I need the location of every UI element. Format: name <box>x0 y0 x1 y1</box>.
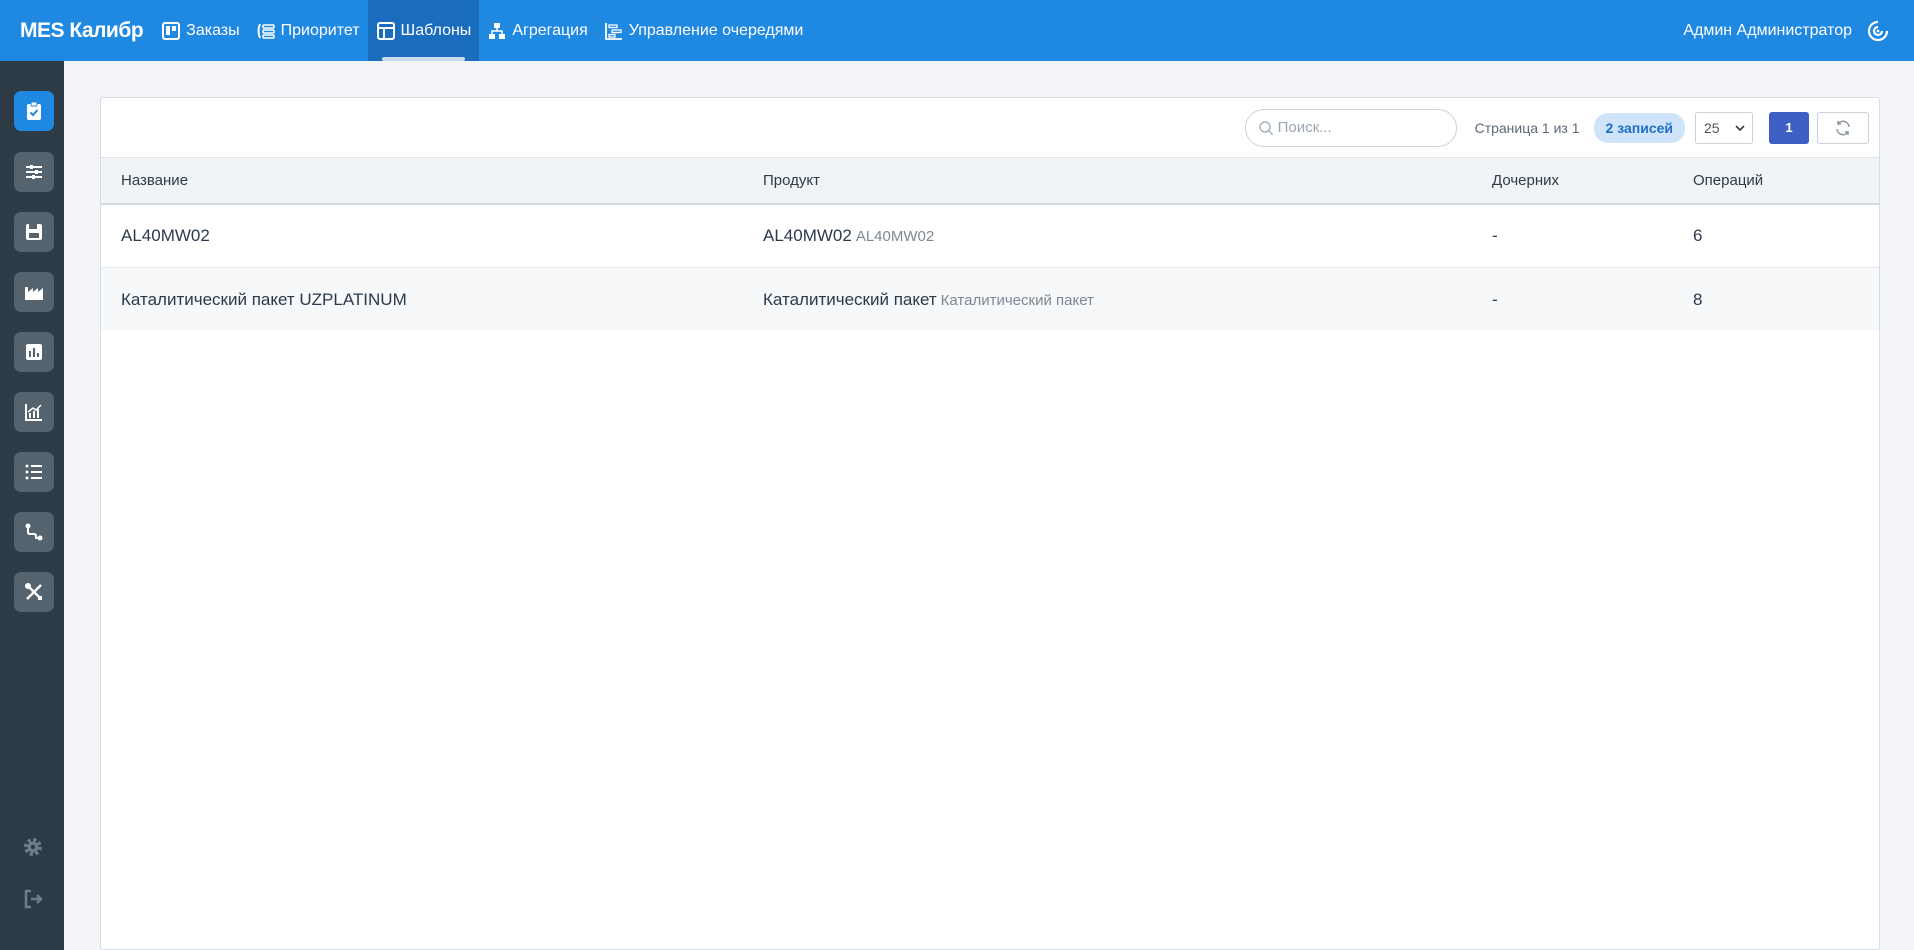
cell-operations: 8 <box>1693 289 1703 309</box>
product-name: Каталитический пакет <box>763 289 937 309</box>
column-header-product[interactable]: Продукт <box>763 172 820 189</box>
refresh-button[interactable] <box>1817 111 1869 144</box>
cell-product: Каталитический пакет Каталитический пакет <box>763 290 1094 310</box>
hierarchy-icon <box>489 22 506 39</box>
gear-icon <box>24 838 42 856</box>
sidebar-item-routes[interactable] <box>14 512 54 552</box>
sidebar-item-filters[interactable] <box>14 152 54 192</box>
templates-card: Страница 1 из 1 2 записей 25 1 Название … <box>100 97 1880 950</box>
sidebar-item-tools[interactable] <box>14 572 54 612</box>
brand-logo[interactable]: MES Калибр <box>0 0 153 61</box>
nav-templates-label: Шаблоны <box>400 21 472 39</box>
product-code: AL40MW02 <box>855 228 935 245</box>
sidebar <box>0 61 64 950</box>
sidebar-item-analytics[interactable] <box>14 392 54 432</box>
bar-chart-icon <box>26 344 42 360</box>
chevron-down-icon <box>1735 124 1745 131</box>
page-size-select[interactable]: 25 <box>1695 111 1753 144</box>
user-area: Админ Администратор <box>1683 0 1914 61</box>
table-row[interactable]: Каталитический пакет UZPLATINUM Каталити… <box>101 268 1879 331</box>
nav-priority[interactable]: Приоритет <box>248 0 368 61</box>
search-box[interactable] <box>1244 108 1457 147</box>
nav-aggregation[interactable]: Агрегация <box>479 0 595 61</box>
top-navbar: MES Калибр Заказы Приоритет Шаблоны Агре… <box>0 0 1914 61</box>
nav-queues[interactable]: Управление очередями <box>596 0 812 61</box>
route-icon <box>25 523 43 541</box>
search-icon <box>1258 120 1273 135</box>
factory-icon <box>25 287 43 300</box>
page-info: Страница 1 из 1 <box>1474 119 1580 136</box>
clipboard-check-icon <box>27 101 41 120</box>
line-chart-icon <box>25 404 42 421</box>
board-icon <box>162 21 181 40</box>
nav-aggregation-label: Агрегация <box>512 21 588 39</box>
user-name[interactable]: Админ Администратор <box>1683 22 1852 40</box>
product-code: Каталитический пакет <box>940 291 1094 309</box>
sidebar-settings[interactable] <box>20 834 46 860</box>
cell-product: AL40MW02 AL40MW02 <box>763 226 934 246</box>
records-count-badge: 2 записей <box>1593 112 1685 143</box>
sidebar-item-list[interactable] <box>14 452 54 492</box>
nav-queues-label: Управление очередями <box>628 21 804 39</box>
logout-icon <box>24 889 43 909</box>
priority-list-icon <box>257 23 275 39</box>
sidebar-item-storage[interactable] <box>14 212 54 252</box>
column-header-name[interactable]: Название <box>121 172 188 189</box>
queue-gantt-icon <box>604 22 622 40</box>
save-disk-icon <box>26 224 42 240</box>
sidebar-item-factory[interactable] <box>14 272 54 312</box>
sidebar-logout[interactable] <box>20 886 46 912</box>
cell-name: Каталитический пакет UZPLATINUM <box>121 289 407 309</box>
table-row[interactable]: AL40MW02 AL40MW02 AL40MW02 - 6 <box>101 205 1879 268</box>
sidebar-item-reports[interactable] <box>14 332 54 372</box>
list-icon <box>25 464 42 480</box>
sidebar-item-tasks[interactable] <box>14 91 54 131</box>
cell-name: AL40MW02 <box>121 226 210 245</box>
column-header-operations[interactable]: Операций <box>1693 172 1763 189</box>
nav-orders[interactable]: Заказы <box>153 0 247 61</box>
cell-children: - <box>1492 226 1498 245</box>
column-header-children[interactable]: Дочерних <box>1492 172 1559 189</box>
template-layout-icon <box>376 21 395 40</box>
page-size-value: 25 <box>1704 119 1720 136</box>
sliders-icon <box>26 165 42 179</box>
tools-icon <box>25 583 42 600</box>
nav-priority-label: Приоритет <box>280 21 360 39</box>
page-button-current[interactable]: 1 <box>1769 111 1809 144</box>
nav-templates[interactable]: Шаблоны <box>367 0 480 61</box>
table-toolbar: Страница 1 из 1 2 записей 25 1 <box>101 98 1879 157</box>
table-header: Название Продукт Дочерних Операций <box>101 157 1879 205</box>
nav-orders-label: Заказы <box>186 21 240 39</box>
cell-children: - <box>1492 289 1498 309</box>
refresh-icon <box>1836 120 1850 135</box>
product-name: AL40MW02 <box>763 226 852 245</box>
search-input[interactable] <box>1277 119 1448 136</box>
main-nav: Заказы Приоритет Шаблоны Агрегация Управ… <box>153 0 811 61</box>
user-menu-icon[interactable] <box>1866 19 1890 43</box>
cell-operations: 6 <box>1693 226 1703 245</box>
